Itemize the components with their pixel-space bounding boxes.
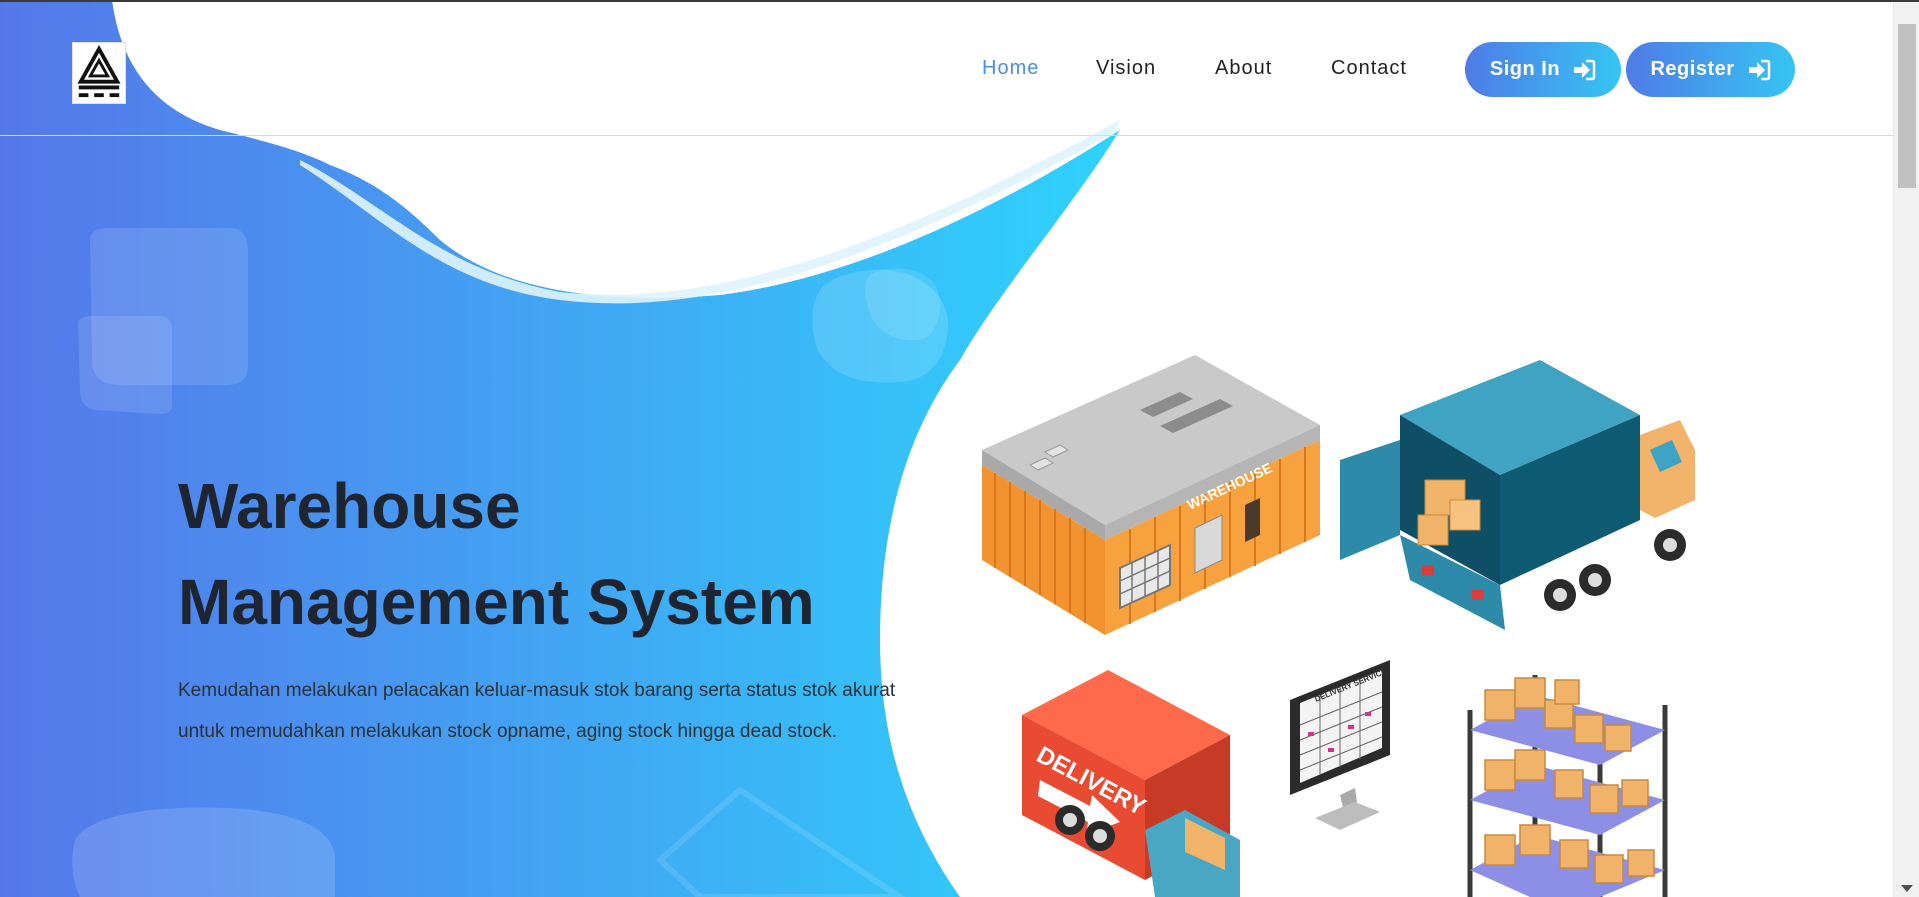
logo-mark-icon [77,44,121,98]
register-button[interactable]: Register [1626,42,1795,97]
open-cargo-truck-icon [1340,360,1695,630]
hero-title: Warehouse Management System [178,458,938,650]
sign-in-icon [1574,59,1596,80]
delivery-truck-icon: DELIVERY [1022,670,1240,897]
nav-contact-link[interactable]: Contact [1331,57,1407,80]
header-divider [0,135,1893,136]
hero-title-line-1: Warehouse [178,470,521,542]
scroll-down-arrow-icon[interactable] [1894,881,1919,897]
register-icon [1748,59,1770,80]
page-scrollbar[interactable] [1893,2,1919,897]
sign-in-button[interactable]: Sign In [1465,42,1621,97]
nav-home-link[interactable]: Home [982,57,1039,80]
register-label: Register [1650,58,1735,80]
site-header: Home Vision About Contact Sign In Regist… [0,2,1893,136]
warehouse-building-icon: WAREHOUSE [982,355,1320,635]
window-top-border [0,0,1919,2]
sign-in-label: Sign In [1489,58,1561,80]
delivery-monitor-icon: DELIVERY SERVICE [1290,660,1390,830]
scrollbar-thumb[interactable] [1898,24,1916,188]
hero-title-line-2: Management System [178,566,815,638]
nav-vision-link[interactable]: Vision [1096,57,1156,80]
nav-about-link[interactable]: About [1215,57,1272,80]
hero-description: Kemudahan melakukan pelacakan keluar-mas… [178,680,896,742]
warehouse-logistics-illustration: WAREHOUSE DELIVERY SERVICE DELIVERY [982,355,1695,897]
brand-logo[interactable] [72,42,126,104]
storage-shelves-icon [1467,675,1668,897]
